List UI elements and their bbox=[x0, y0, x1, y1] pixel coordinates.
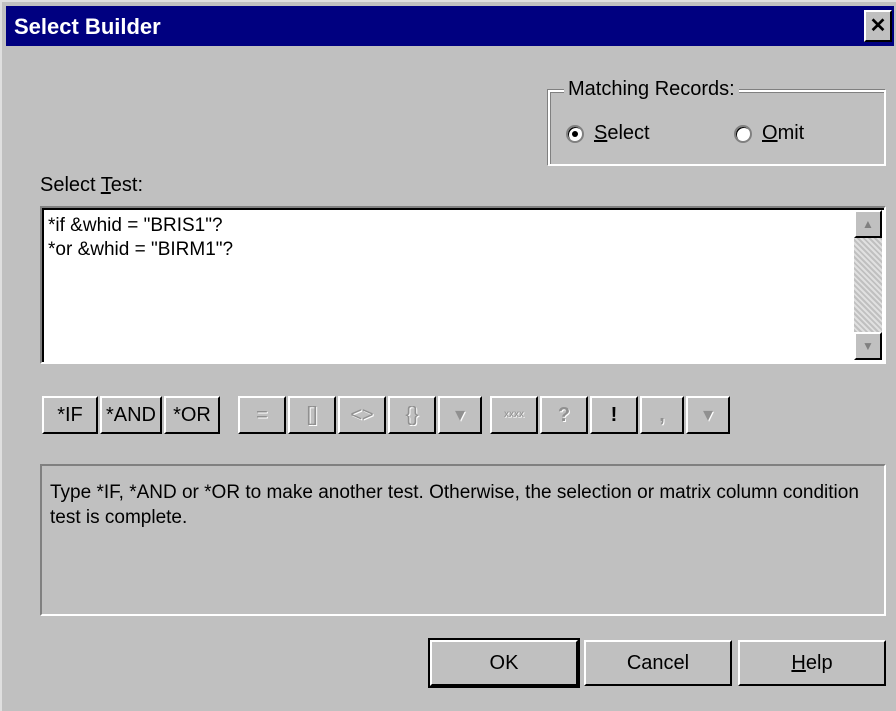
title-bar[interactable]: Select Builder ✕ bbox=[6, 6, 894, 46]
scroll-down-icon[interactable]: ▼ bbox=[854, 332, 882, 360]
omit-radio-label: Omit bbox=[762, 122, 805, 144]
window-title: Select Builder bbox=[14, 14, 161, 39]
brackets-button[interactable]: [] bbox=[288, 396, 336, 434]
select-test-content: *if &whid = "BRIS1"? *or &whid = "BIRM1"? bbox=[48, 214, 233, 262]
matching-records-legend: Matching Records: bbox=[564, 78, 739, 101]
select-test-textarea[interactable]: *if &whid = "BRIS1"? *or &whid = "BIRM1"?… bbox=[40, 206, 886, 364]
angles-button[interactable]: <> bbox=[338, 396, 386, 434]
cancel-button[interactable]: Cancel bbox=[584, 640, 732, 686]
chevron-down-icon[interactable]: ▾ bbox=[438, 396, 482, 434]
comma-button[interactable]: , bbox=[640, 396, 684, 434]
radio-unchecked-icon bbox=[734, 124, 752, 143]
select-builder-dialog: Select Builder ✕ Matching Records: Selec… bbox=[0, 0, 896, 711]
or-button[interactable]: *OR bbox=[164, 396, 220, 434]
select-radio-label: Select bbox=[594, 122, 650, 144]
xxxx-button[interactable]: xxxx bbox=[490, 396, 538, 434]
radio-checked-icon bbox=[566, 124, 584, 143]
omit-radio[interactable]: Omit bbox=[734, 122, 804, 145]
if-button[interactable]: *IF bbox=[42, 396, 98, 434]
select-radio[interactable]: Select bbox=[566, 122, 650, 145]
hint-text: Type *IF, *AND or *OR to make another te… bbox=[50, 482, 859, 528]
hint-box: Type *IF, *AND or *OR to make another te… bbox=[40, 464, 886, 616]
select-test-label: Select Test: bbox=[40, 174, 144, 196]
braces-button[interactable]: {} bbox=[388, 396, 436, 434]
equals-button[interactable]: = bbox=[238, 396, 286, 434]
chevron-down-icon[interactable]: ▾ bbox=[686, 396, 730, 434]
close-icon[interactable]: ✕ bbox=[864, 10, 892, 42]
exclaim-button[interactable]: ! bbox=[590, 396, 638, 434]
question-button[interactable]: ? bbox=[540, 396, 588, 434]
test-line: *if &whid = "BRIS1"? bbox=[48, 215, 223, 236]
and-button[interactable]: *AND bbox=[100, 396, 162, 434]
vertical-scrollbar[interactable]: ▲ ▼ bbox=[854, 210, 882, 360]
scroll-up-icon[interactable]: ▲ bbox=[854, 210, 882, 238]
test-line: *or &whid = "BIRM1"? bbox=[48, 239, 234, 260]
help-button[interactable]: Help bbox=[738, 640, 886, 686]
ok-button[interactable]: OK bbox=[428, 638, 580, 688]
matching-records-group: Matching Records: Select Omit bbox=[548, 78, 886, 166]
